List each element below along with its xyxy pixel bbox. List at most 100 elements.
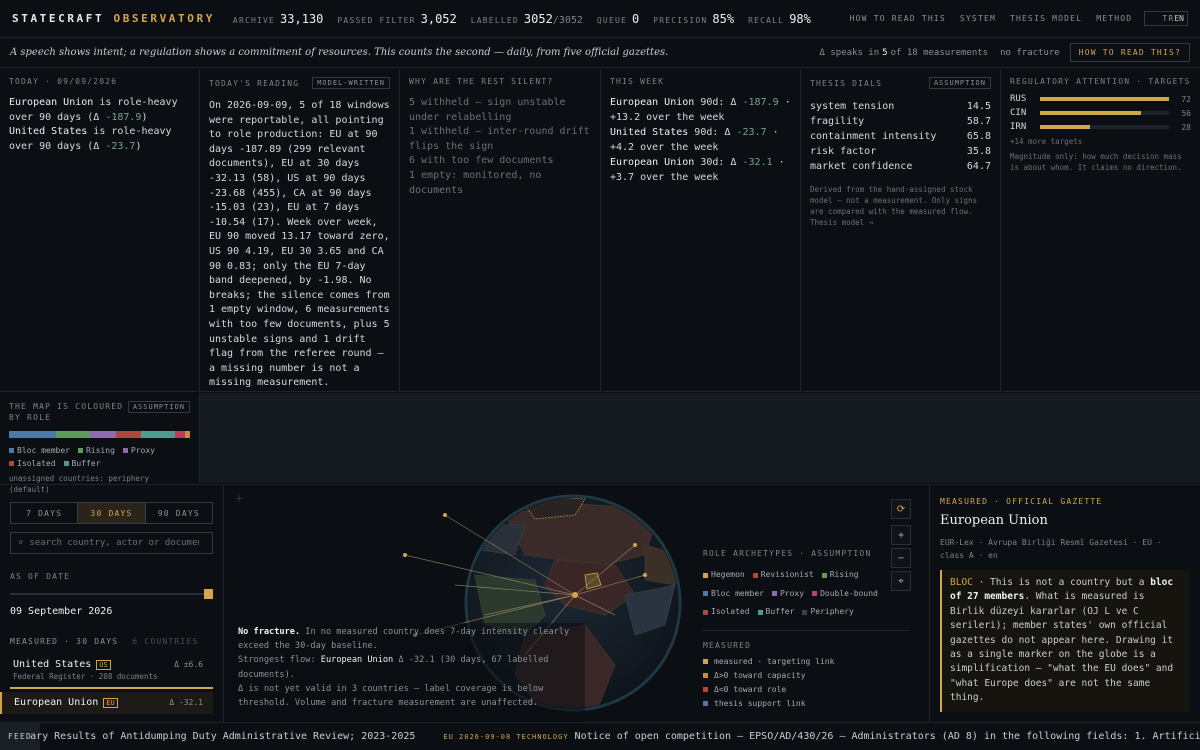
map-band [200, 393, 1200, 483]
stat-passed-filter: PASSED FILTER 3,052 [337, 11, 457, 26]
range-toggle: 7 DAYS 30 DAYS 90 DAYS [10, 502, 213, 524]
attention-note: Magnitude only: how much decision mass i… [1010, 152, 1182, 172]
stat-queue: QUEUE 0 [596, 11, 640, 26]
silent-panel: WHY ARE THE REST SILENT? 5 withheld — si… [400, 69, 601, 391]
archetype-item: Proxy [771, 585, 804, 604]
nav-system[interactable]: SYSTEM [960, 14, 996, 23]
zoom-out-button[interactable]: − [891, 548, 911, 568]
news-ticker: FEED ary Results of Antidumping Duty Adm… [0, 722, 1200, 750]
as-of-label: AS OF DATE [10, 572, 71, 581]
measurement-summary: Δ speaks in 5 of 18 measurements no fractu… [820, 43, 1190, 62]
globe-view[interactable]: + No fracture. In no measured country do… [225, 485, 913, 723]
reading-text: On 2026-09-09, 5 of 18 windows were repo… [209, 100, 390, 389]
silent-item: 5 withheld — sign unstable under relabel… [409, 97, 566, 123]
archetype-item: Hegemon [703, 566, 745, 585]
role-strip-segment [184, 431, 190, 438]
dial-row: market confidence 64.7 [810, 161, 991, 172]
target-bar [1040, 111, 1141, 115]
reading-panel: TODAY'S READING MODEL-WRITTEN On 2026-09-… [200, 69, 400, 391]
as-of-date: 09 September 2026 [10, 606, 113, 617]
week-item[interactable]: United States 90d: Δ -23.7 · +4.2 over t… [610, 126, 791, 155]
range-7-days[interactable]: 7 DAYS [11, 503, 79, 523]
archetype-item: Buffer [757, 603, 794, 622]
measured-legend-item: thesis support link [703, 697, 909, 711]
how-to-read-button[interactable]: HOW TO READ THIS? [1069, 43, 1190, 62]
silent-item: 1 empty: monitored, no documents [409, 169, 542, 196]
ticker-item[interactable]: Notice of open competition – EPSO/AD/430… [575, 731, 1200, 742]
reading-title: TODAY'S READING [209, 78, 300, 88]
dials-note[interactable]: Derived from the hand-assigned stock mod… [810, 184, 991, 228]
week-panel: THIS WEEK European Union 90d: Δ -187.9 ·… [601, 69, 801, 391]
ticker-item[interactable]: ary Results of Antidumping Duty Administ… [30, 731, 415, 742]
week-item[interactable]: European Union 90d: Δ -187.9 · +13.2 ove… [610, 96, 791, 125]
archetype-item: Periphery [802, 603, 854, 622]
dial-row: system tension 14.5 [810, 101, 991, 112]
dial-row: fragility 58.7 [810, 116, 991, 127]
country-row-eu[interactable]: European Union EU Δ -32.1 [0, 692, 213, 714]
swatch [752, 572, 758, 578]
search-icon: ⌕ [18, 538, 24, 548]
swatch [802, 609, 808, 615]
stat-recall: RECALL 98% [748, 11, 811, 26]
dial-row: risk factor 35.8 [810, 146, 991, 157]
country-row-us[interactable]: United States US Δ ±6.6 Federal Register … [10, 654, 213, 689]
measured-legend-item: measured · targeting link [703, 655, 909, 669]
regulatory-attention-panel: REGULATORY ATTENTION · TARGETS RUS 72 CIN… [1001, 69, 1200, 391]
role-strip-segment [90, 431, 116, 438]
archetype-item: Isolated [703, 603, 750, 622]
search-box: ⌕ [10, 532, 213, 554]
assumption-tag: ASSUMPTION [928, 77, 991, 89]
stat-labelled: LABELLED 3052/3052 [470, 11, 583, 26]
search-input[interactable] [29, 538, 200, 548]
thesis-dials-panel: THESIS DIALS ASSUMPTION system tension 14.… [801, 69, 1001, 391]
ticker-tag: EU 2026-09-08 TECHNOLOGY [443, 732, 569, 741]
nav-how-to-read[interactable]: HOW TO READ THIS [850, 14, 946, 23]
slider-handle[interactable] [204, 589, 213, 599]
detail-kicker: MEASURED · OFFICIAL GAZETTE [940, 497, 1103, 506]
role-strip-segment [141, 431, 176, 438]
target-row[interactable]: RUS 72 [1010, 94, 1191, 104]
tagline-bar: A speech shows intent; a regulation show… [0, 38, 1200, 68]
target-row[interactable]: IRN 28 [1010, 122, 1191, 132]
more-targets[interactable]: +14 more targets [1010, 136, 1191, 147]
archetype-item: Rising [821, 566, 859, 585]
detail-title: European Union [940, 513, 1048, 528]
refresh-icon[interactable]: ⟳ [891, 499, 911, 519]
crosshair-icon: + [235, 491, 243, 507]
swatch [821, 572, 827, 578]
legend-item: Bloc member [9, 444, 70, 457]
measured-legend-item: Δ>0 toward capacity [703, 669, 909, 683]
date-slider[interactable] [10, 589, 213, 599]
range-30-days[interactable]: 30 DAYS [78, 503, 146, 523]
top-bar: STATECRAFT OBSERVATORY ARCHIVE 33,130 PAS… [0, 0, 1200, 38]
top-nav: HOW TO READ THIS SYSTEM THESIS MODEL MET… [836, 11, 1188, 26]
silent-item: 1 withheld — inter-round drift flips the… [409, 126, 590, 152]
legend-title: THE MAP IS COLOURED BY ROLE [9, 402, 124, 422]
countries-tab[interactable]: 6 COUNTRIES [132, 637, 198, 646]
zoom-in-button[interactable]: + [891, 525, 911, 545]
dial-row: containment intensity 65.8 [810, 131, 991, 142]
role-strip-segment [56, 431, 91, 438]
globe-note: No fracture. In no measured country does… [238, 627, 570, 709]
nav-thesis-model[interactable]: THESIS MODEL [1010, 14, 1082, 23]
model-written-tag: MODEL-WRITTEN [312, 77, 390, 89]
recenter-button[interactable]: ⌖ [891, 571, 911, 591]
legend-item: Proxy [122, 444, 155, 457]
swatch [757, 609, 763, 615]
range-90-days[interactable]: 90 DAYS [146, 503, 212, 523]
filter-panel: 7 DAYS 30 DAYS 90 DAYS ⌕ AS OF DATE 09 S… [0, 485, 224, 723]
week-item[interactable]: European Union 30d: Δ -32.1 · +3.7 over … [610, 156, 791, 185]
archetype-title: ROLE ARCHETYPES · ASSUMPTION [703, 549, 872, 558]
legend-item: Rising [77, 444, 115, 457]
swatch [812, 591, 818, 597]
target-bar [1040, 125, 1091, 129]
fracture-status: no fracture [1000, 47, 1060, 58]
nav-method[interactable]: METHOD [1096, 14, 1132, 23]
target-row[interactable]: CIN 56 [1010, 108, 1191, 118]
language-toggle[interactable]: TREN [1144, 11, 1188, 26]
week-title: THIS WEEK [610, 77, 665, 86]
brand-logo[interactable]: STATECRAFT OBSERVATORY [12, 12, 215, 25]
measured-header: MEASURED · 30 DAYS 6 COUNTRIES [10, 637, 199, 646]
measured-legend-item: Δ<0 toward role [703, 683, 909, 697]
dials-title: THESIS DIALS [810, 78, 883, 88]
